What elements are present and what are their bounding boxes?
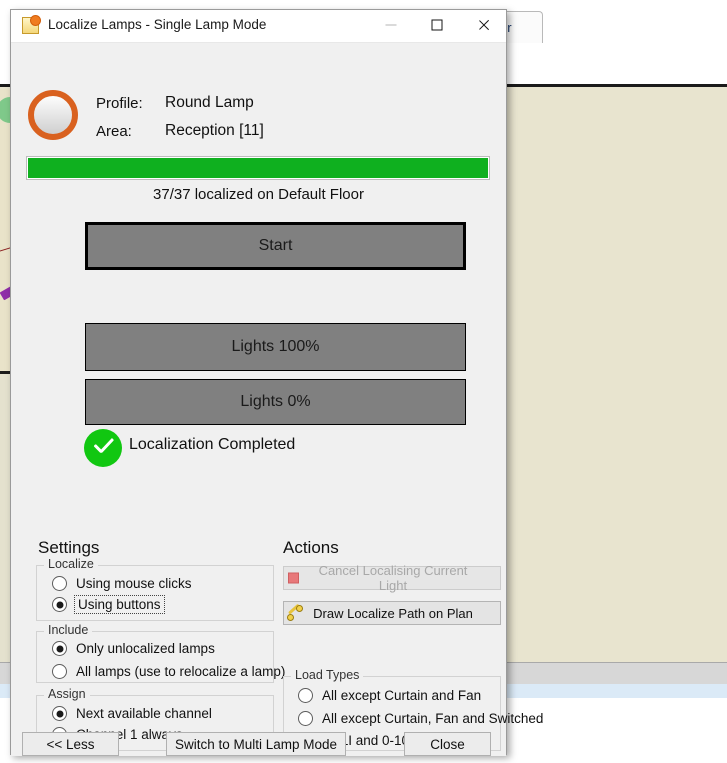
radio-indicator: [298, 688, 313, 703]
draw-localize-path-button[interactable]: Draw Localize Path on Plan: [283, 601, 501, 625]
maximize-button[interactable]: [414, 10, 460, 40]
stop-square-icon: [284, 567, 306, 589]
dialog-title-bar[interactable]: Localize Lamps - Single Lamp Mode: [11, 10, 506, 43]
close-window-button[interactable]: [460, 10, 506, 40]
profile-label: Profile:: [96, 95, 143, 112]
radio-label: All lamps (use to relocalize a lamp): [76, 664, 286, 679]
radio-label: Using mouse clicks: [76, 576, 192, 591]
radio-next-available-channel[interactable]: Next available channel: [52, 706, 212, 721]
localize-lamps-dialog: Localize Lamps - Single Lamp Mode Profil…: [10, 9, 543, 756]
progress-fill: [28, 158, 488, 178]
radio-all-except-curtain-fan-switched[interactable]: All except Curtain, Fan and Switched: [298, 711, 543, 726]
cancel-localising-label: Cancel Localising Current Light: [318, 563, 468, 593]
minimize-button[interactable]: [368, 10, 414, 40]
radio-label: All except Curtain and Fan: [322, 688, 482, 703]
radio-indicator: [52, 706, 67, 721]
check-circle-icon: [84, 429, 122, 467]
completion-text: Localization Completed: [129, 436, 296, 453]
progress-status-text: 37/37 localized on Default Floor: [153, 186, 364, 203]
radio-only-unlocalized-lamps[interactable]: Only unlocalized lamps: [52, 641, 215, 656]
radio-label: Next available channel: [76, 706, 212, 721]
round-lamp-profile-icon: [28, 90, 78, 140]
cancel-localising-button[interactable]: Cancel Localising Current Light: [283, 563, 501, 593]
radio-indicator: [298, 711, 313, 726]
dialog-body: Profile: Round Lamp Area: Reception [11]…: [11, 43, 543, 756]
area-label: Area:: [96, 123, 132, 140]
radio-all-except-curtain-fan[interactable]: All except Curtain and Fan: [298, 688, 481, 703]
dialog-title: Localize Lamps - Single Lamp Mode: [48, 17, 267, 32]
group-load-types-title: Load Types: [291, 668, 364, 682]
localization-progress-bar: [26, 156, 490, 180]
radio-using-buttons[interactable]: Using buttons: [52, 595, 165, 614]
path-link-icon: [284, 602, 306, 624]
profile-value: Round Lamp: [165, 94, 254, 111]
group-localize: Localize: [36, 557, 274, 621]
start-button[interactable]: Start: [85, 222, 466, 270]
radio-indicator: [52, 576, 67, 591]
group-assign-title: Assign: [44, 687, 90, 701]
radio-indicator: [52, 664, 67, 679]
settings-heading: Settings: [38, 538, 100, 557]
area-value: Reception [11]: [165, 122, 264, 139]
radio-label: Using buttons: [74, 595, 165, 614]
close-button[interactable]: Close: [404, 732, 491, 756]
radio-label: Only unlocalized lamps: [76, 641, 215, 656]
lights-0-button[interactable]: Lights 0%: [85, 379, 466, 425]
group-localize-title: Localize: [44, 557, 98, 571]
radio-indicator: [52, 641, 67, 656]
radio-using-mouse-clicks[interactable]: Using mouse clicks: [52, 576, 192, 591]
less-button[interactable]: << Less: [22, 732, 119, 756]
switch-to-multi-lamp-mode-button[interactable]: Switch to Multi Lamp Mode: [166, 732, 346, 756]
lights-100-button[interactable]: Lights 100%: [85, 323, 466, 371]
lamp-localize-icon: [22, 16, 40, 34]
radio-indicator: [52, 597, 67, 612]
actions-heading: Actions: [283, 538, 339, 557]
radio-label: All except Curtain, Fan and Switched: [322, 711, 544, 726]
radio-all-lamps[interactable]: All lamps (use to relocalize a lamp): [52, 664, 285, 679]
draw-localize-path-label: Draw Localize Path on Plan: [313, 605, 473, 621]
group-include-title: Include: [44, 623, 93, 637]
